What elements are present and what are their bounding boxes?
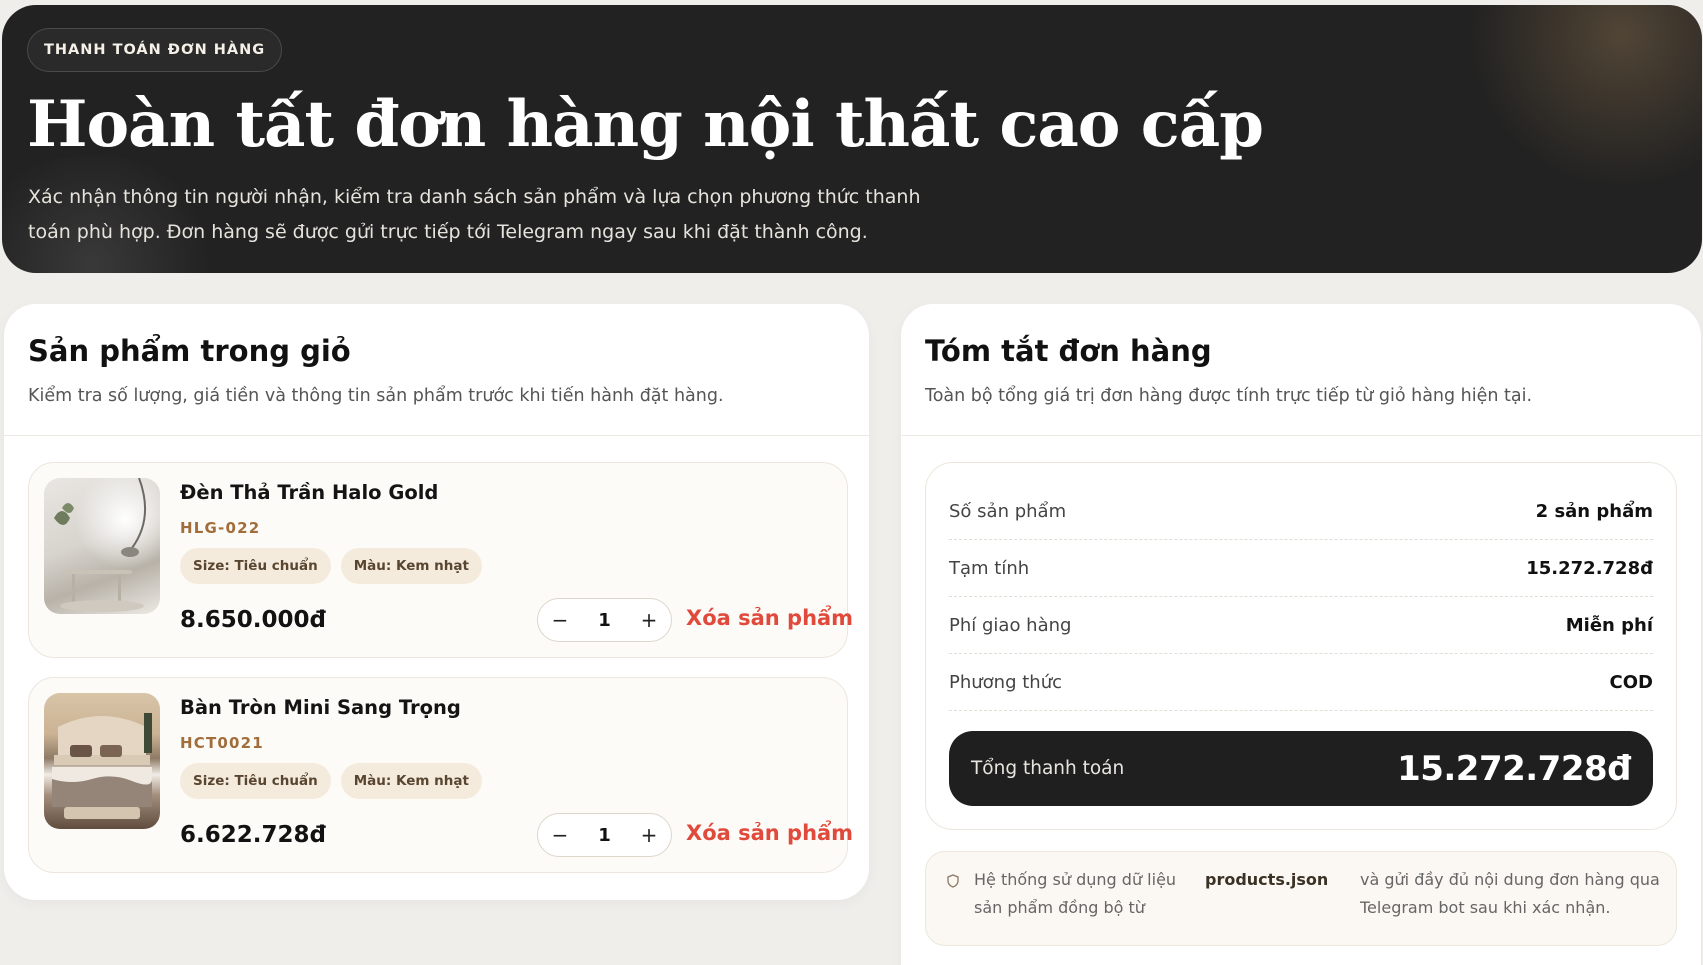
data-source-note: Hệ thống sử dụng dữ liệu sản phẩm đồng b… bbox=[925, 851, 1677, 946]
total-value: 15.272.728đ bbox=[1397, 748, 1631, 789]
hero-badge: THANH TOÁN ĐƠN HÀNG bbox=[27, 28, 283, 72]
summary-box: Số sản phẩm 2 sản phẩm Tạm tính 15.272.7… bbox=[925, 462, 1677, 830]
cart-subtitle: Kiểm tra số lượng, giá tiền và thông tin… bbox=[28, 386, 724, 406]
total-payment-bar: Tổng thanh toán 15.272.728đ bbox=[949, 731, 1653, 806]
product-image[interactable] bbox=[44, 478, 160, 614]
size-tag: Size: Tiêu chuẩn bbox=[180, 548, 331, 584]
total-label: Tổng thanh toán bbox=[971, 758, 1125, 779]
color-tag: Màu: Kem nhạt bbox=[340, 763, 482, 799]
summary-label: Phương thức bbox=[949, 671, 1063, 693]
product-tags: Size: Tiêu chuẩn Màu: Kem nhạt bbox=[180, 763, 482, 799]
hero-description: Xác nhận thông tin người nhận, kiểm tra … bbox=[28, 186, 921, 243]
cart-item: Bàn Tròn Mini Sang Trọng HCT0021 Size: T… bbox=[28, 677, 853, 873]
product-tags: Size: Tiêu chuẩn Màu: Kem nhạt bbox=[180, 548, 482, 584]
cart-card: Sản phẩm trong giỏ Kiểm tra số lượng, gi… bbox=[4, 304, 869, 900]
summary-label: Số sản phẩm bbox=[949, 500, 1067, 522]
quantity-value: 1 bbox=[598, 609, 611, 631]
pendant-lamp-photo-icon bbox=[54, 478, 147, 612]
product-sku: HLG-022 bbox=[180, 519, 261, 537]
shield-icon bbox=[947, 874, 959, 888]
decrease-quantity-button[interactable]: − bbox=[548, 823, 572, 847]
product-name[interactable]: Bàn Tròn Mini Sang Trọng bbox=[180, 696, 461, 719]
product-price: 6.622.728đ bbox=[180, 822, 326, 848]
product-price: 8.650.000đ bbox=[180, 607, 326, 633]
size-tag: Size: Tiêu chuẩn bbox=[180, 763, 331, 799]
bedroom-photo-icon bbox=[52, 713, 152, 819]
summary-value: COD bbox=[1609, 671, 1653, 693]
cart-item: Đèn Thả Trần Halo Gold HLG-022 Size: Tiê… bbox=[28, 462, 853, 658]
checkout-hero: THANH TOÁN ĐƠN HÀNG Hoàn tất đơn hàng nộ… bbox=[2, 5, 1702, 273]
divider bbox=[901, 435, 1701, 436]
summary-value: 15.272.728đ bbox=[1526, 557, 1653, 579]
increase-quantity-button[interactable]: + bbox=[637, 823, 661, 847]
divider bbox=[4, 435, 869, 436]
increase-quantity-button[interactable]: + bbox=[637, 608, 661, 632]
summary-value: Miễn phí bbox=[1565, 614, 1653, 636]
summary-title: Tóm tắt đơn hàng bbox=[925, 334, 1212, 368]
cart-title: Sản phẩm trong giỏ bbox=[28, 334, 351, 368]
order-summary-card: Tóm tắt đơn hàng Toàn bộ tổng giá trị đơ… bbox=[901, 304, 1701, 965]
color-tag: Màu: Kem nhạt bbox=[340, 548, 482, 584]
quantity-stepper: − 1 + bbox=[537, 598, 672, 642]
summary-row-payment-method: Phương thức COD bbox=[949, 654, 1653, 711]
summary-label: Tạm tính bbox=[949, 557, 1030, 579]
note-text-after: và gửi đầy đủ nội dung đơn hàng qua Tele… bbox=[1360, 870, 1660, 917]
summary-label: Phí giao hàng bbox=[949, 614, 1072, 636]
note-text-before: Hệ thống sử dụng dữ liệu sản phẩm đồng b… bbox=[974, 870, 1177, 917]
remove-item-button[interactable]: Xóa sản phẩm bbox=[686, 606, 853, 630]
product-name[interactable]: Đèn Thả Trần Halo Gold bbox=[180, 481, 438, 504]
summary-row-item-count: Số sản phẩm 2 sản phẩm bbox=[949, 483, 1653, 540]
decrease-quantity-button[interactable]: − bbox=[548, 608, 572, 632]
product-image[interactable] bbox=[44, 693, 160, 829]
page-title: Hoàn tất đơn hàng nội thất cao cấp bbox=[27, 87, 1264, 162]
product-sku: HCT0021 bbox=[180, 734, 264, 752]
quantity-stepper: − 1 + bbox=[537, 813, 672, 857]
summary-row-shipping: Phí giao hàng Miễn phí bbox=[949, 597, 1653, 654]
hero-glow bbox=[1472, 5, 1702, 185]
quantity-value: 1 bbox=[598, 824, 611, 846]
summary-row-subtotal: Tạm tính 15.272.728đ bbox=[949, 540, 1653, 597]
note-filename: products.json bbox=[1205, 870, 1329, 889]
remove-item-button[interactable]: Xóa sản phẩm bbox=[686, 821, 853, 845]
summary-subtitle: Toàn bộ tổng giá trị đơn hàng được tính … bbox=[925, 386, 1533, 406]
summary-value: 2 sản phẩm bbox=[1535, 500, 1653, 522]
